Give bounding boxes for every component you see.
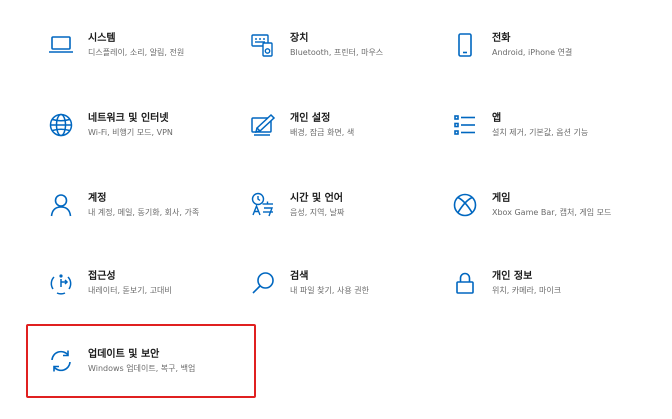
tile-description: 음성, 지역, 날짜	[290, 208, 345, 217]
tile-title: 장치	[290, 33, 309, 44]
laptop-icon	[48, 32, 74, 58]
tile-description: 내 계정, 메일, 동기화, 회사, 가족	[88, 208, 200, 217]
tile-description: 내 파일 찾기, 사용 권한	[290, 286, 369, 295]
tile-title: 검색	[290, 271, 309, 282]
person-icon	[48, 192, 74, 218]
tile-time-language[interactable]: 시간 및 언어 음성, 지역, 날짜	[250, 192, 440, 254]
accessibility-icon	[48, 270, 74, 296]
personalization-icon	[250, 112, 276, 138]
tile-accounts[interactable]: 계정 내 계정, 메일, 동기화, 회사, 가족	[48, 192, 238, 254]
tile-search[interactable]: 검색 내 파일 찾기, 사용 권한	[250, 270, 440, 332]
devices-icon	[250, 32, 276, 58]
tile-title: 개인 설정	[290, 113, 331, 124]
tile-phone[interactable]: 전화 Android, iPhone 연결	[452, 32, 642, 94]
language-icon	[250, 192, 276, 218]
tile-title: 접근성	[88, 271, 116, 282]
tile-title: 계정	[88, 193, 107, 204]
tile-description: 디스플레이, 소리, 알림, 전원	[88, 48, 185, 57]
tile-title: 시스템	[88, 33, 116, 44]
tile-devices[interactable]: 장치 Bluetooth, 프린터, 마우스	[250, 32, 440, 94]
tile-network[interactable]: 네트워크 및 인터넷 Wi-Fi, 비행기 모드, VPN	[48, 112, 238, 174]
tile-title: 전화	[492, 33, 511, 44]
tile-system[interactable]: 시스템 디스플레이, 소리, 알림, 전원	[48, 32, 238, 94]
tile-description: 배경, 잠금 화면, 색	[290, 128, 355, 137]
tile-title: 네트워크 및 인터넷	[88, 113, 169, 124]
phone-icon	[452, 32, 478, 58]
search-icon	[250, 270, 276, 296]
tile-title: 앱	[492, 113, 502, 124]
xbox-icon	[452, 192, 478, 218]
tile-description: Wi-Fi, 비행기 모드, VPN	[88, 128, 173, 137]
tile-title: 게임	[492, 193, 511, 204]
selection-highlight-box	[26, 324, 256, 398]
tile-privacy[interactable]: 개인 정보 위치, 카메라, 마이크	[452, 270, 642, 332]
tile-description: 내레이터, 돋보기, 고대비	[88, 286, 172, 295]
tile-description: Android, iPhone 연결	[492, 48, 573, 57]
tile-description: 설치 제거, 기본값, 옵션 기능	[492, 128, 589, 137]
apps-list-icon	[452, 112, 478, 138]
tile-description: Xbox Game Bar, 캡처, 게임 모드	[492, 208, 612, 217]
tile-title: 개인 정보	[492, 271, 533, 282]
tile-apps[interactable]: 앱 설치 제거, 기본값, 옵션 기능	[452, 112, 642, 174]
tile-description: 위치, 카메라, 마이크	[492, 286, 562, 295]
tile-description: Bluetooth, 프린터, 마우스	[290, 48, 384, 57]
tile-personalization[interactable]: 개인 설정 배경, 잠금 화면, 색	[250, 112, 440, 174]
lock-icon	[452, 270, 478, 296]
tile-accessibility[interactable]: 접근성 내레이터, 돋보기, 고대비	[48, 270, 238, 332]
tile-title: 시간 및 언어	[290, 193, 343, 204]
tile-gaming[interactable]: 게임 Xbox Game Bar, 캡처, 게임 모드	[452, 192, 642, 254]
globe-icon	[48, 112, 74, 138]
